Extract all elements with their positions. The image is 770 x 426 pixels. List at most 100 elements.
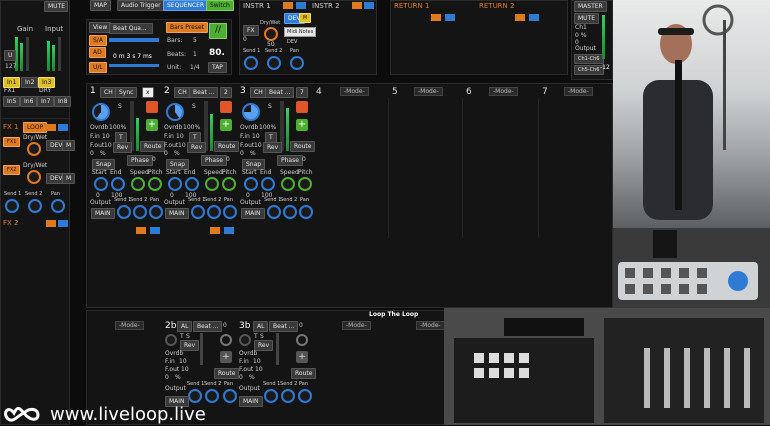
track-loop-dial[interactable] — [92, 103, 110, 121]
subtrack-3b-fader[interactable] — [276, 333, 279, 365]
input-in2-button[interactable]: In2 — [21, 77, 39, 88]
track-speed-knob[interactable] — [281, 177, 295, 191]
beat-quant-select[interactable]: Beat Qua... — [109, 23, 153, 34]
subtrack-3b-send1-knob[interactable] — [264, 389, 278, 403]
track-phase-value[interactable]: 0 — [152, 156, 156, 163]
input-in7-button[interactable]: In7 — [37, 96, 55, 107]
subtrack-2b-dial[interactable] — [165, 334, 177, 346]
track-dropdown-blue[interactable] — [224, 227, 234, 234]
instr2-dropdown-blue[interactable] — [364, 2, 374, 9]
track-dropdown-orange[interactable] — [136, 227, 146, 234]
track-route-button[interactable]: Route — [290, 141, 316, 152]
bottom-slot-5-mode-select[interactable]: -Mode- — [416, 321, 445, 330]
track-send1-knob[interactable] — [191, 205, 205, 219]
left-mute-button[interactable]: MUTE — [44, 1, 68, 12]
track-rev-button[interactable]: Rev — [263, 142, 283, 153]
track-pan-knob[interactable] — [223, 205, 237, 219]
track-pan-knob[interactable] — [149, 205, 163, 219]
beats-value[interactable]: 1 — [193, 51, 197, 58]
track-name-select[interactable]: Beat ... — [265, 87, 295, 98]
track-ovrdb-value[interactable]: 100% — [109, 124, 126, 131]
track-route-button[interactable]: Route — [214, 141, 240, 152]
subtrack-2b-play-button[interactable] — [220, 334, 232, 346]
fx2-dropdown-orange[interactable] — [46, 220, 56, 227]
track-end-knob[interactable] — [111, 177, 125, 191]
track-send1-knob[interactable] — [117, 205, 131, 219]
track-pitch-knob[interactable] — [298, 177, 312, 191]
subtrack-3b-dial[interactable] — [239, 334, 251, 346]
subtrack-3b-fout-value[interactable]: 10 — [255, 366, 263, 373]
track-phase-button[interactable]: Phase — [201, 155, 227, 166]
subtrack-3b-pan-knob[interactable] — [298, 389, 312, 403]
tab-map[interactable]: MAP — [90, 0, 111, 11]
fx1-chain-button-b[interactable]: FX2 — [3, 165, 21, 175]
subtrack-3b-add-button[interactable]: + — [296, 351, 308, 363]
track-pan-knob[interactable] — [299, 205, 313, 219]
subtrack-3b-play-button[interactable] — [296, 334, 308, 346]
input-in8-button[interactable]: In8 — [54, 96, 72, 107]
track-loop-count[interactable]: 2 — [220, 87, 232, 98]
track-end-knob[interactable] — [261, 177, 275, 191]
fx-pan-knob[interactable] — [51, 199, 65, 213]
fx2-m-button[interactable]: M — [62, 173, 76, 184]
tab-sequencer[interactable]: SEQUENCER — [163, 0, 209, 11]
track-name-select[interactable]: Sync — [115, 87, 138, 98]
track-loop-count[interactable]: 7 — [296, 87, 308, 98]
view-button[interactable]: View — [89, 22, 112, 33]
track-name-select[interactable]: Beat ... — [189, 87, 219, 98]
track-start-knob[interactable] — [244, 177, 258, 191]
track-ovrdb-value[interactable]: 100% — [183, 124, 200, 131]
subtrack-2b-al-button[interactable]: AL — [177, 321, 193, 332]
track-add-button[interactable]: + — [220, 119, 232, 131]
fx1-dropdown-blue[interactable] — [58, 124, 68, 131]
input-in5-button[interactable]: In5 — [3, 96, 21, 107]
subtrack-3b-send2-knob[interactable] — [281, 389, 295, 403]
time-slider[interactable] — [109, 64, 159, 67]
instr1-dropdown-orange[interactable] — [283, 2, 293, 9]
subtrack-2b-send2-knob[interactable] — [205, 389, 219, 403]
fx1-drywet-knob[interactable] — [27, 142, 41, 156]
slot-5-mode-select[interactable]: -Mode- — [414, 87, 443, 96]
fx1-dropdown-orange[interactable] — [46, 124, 56, 131]
track-phase-button[interactable]: Phase — [127, 155, 153, 166]
fx1-chain-button-a[interactable]: FX1 — [3, 137, 21, 147]
fx-send2-knob[interactable] — [28, 199, 42, 213]
fx-send1-knob[interactable] — [5, 199, 19, 213]
subtrack-3b-name-select[interactable]: Beat ... — [269, 321, 299, 332]
track-phase-button[interactable]: Phase — [277, 155, 303, 166]
instr-pan-knob[interactable] — [290, 56, 304, 70]
slot-7-mode-select[interactable]: -Mode- — [564, 87, 593, 96]
track-fin-value[interactable]: 10 — [176, 133, 184, 140]
instr-send1-knob[interactable] — [244, 56, 258, 70]
track-send2-knob[interactable] — [133, 205, 147, 219]
track-fout-value[interactable]: 10 — [104, 142, 112, 149]
slot-6-mode-select[interactable]: -Mode- — [489, 87, 518, 96]
subtrack-2b-route-button[interactable]: Route — [214, 368, 240, 379]
sa-button[interactable]: S/A — [89, 35, 107, 46]
return1-dropdown-orange[interactable] — [431, 14, 441, 21]
subtrack-2b-send1-knob[interactable] — [188, 389, 202, 403]
track-phase-value[interactable]: 0 — [302, 156, 306, 163]
bottom-slot-1-mode-select[interactable]: -Mode- — [115, 321, 144, 330]
track-fout-value[interactable]: 10 — [178, 142, 186, 149]
return1-dropdown-blue[interactable] — [445, 14, 455, 21]
instr2-dropdown-orange[interactable] — [352, 2, 362, 9]
track-send1-knob[interactable] — [267, 205, 281, 219]
track-start-knob[interactable] — [168, 177, 182, 191]
fx2-dropdown-blue[interactable] — [58, 220, 68, 227]
tap-tempo-button[interactable]: TAP — [208, 62, 227, 73]
bars-value[interactable]: 5 — [193, 37, 197, 44]
unity-button[interactable]: U — [4, 50, 17, 61]
track-rev-button[interactable]: Rev — [113, 142, 133, 153]
track-pitch-knob[interactable] — [148, 177, 162, 191]
subtrack-3b-main-select[interactable]: MAIN — [239, 396, 263, 407]
fx1-loop-badge[interactable]: LOOP — [23, 122, 48, 133]
master-output-select-1[interactable]: Ch1-Ch6 — [574, 54, 604, 64]
track-add-button[interactable]: + — [296, 119, 308, 131]
track-fout-value[interactable]: 10 — [254, 142, 262, 149]
ul-button[interactable]: U/L — [89, 62, 107, 73]
subtrack-2b-name-select[interactable]: Beat ... — [193, 321, 223, 332]
return2-dropdown-orange[interactable] — [515, 14, 525, 21]
fx2-drywet-knob[interactable] — [27, 170, 41, 184]
tab-audio-trigger[interactable]: Audio Trigger — [117, 0, 165, 11]
